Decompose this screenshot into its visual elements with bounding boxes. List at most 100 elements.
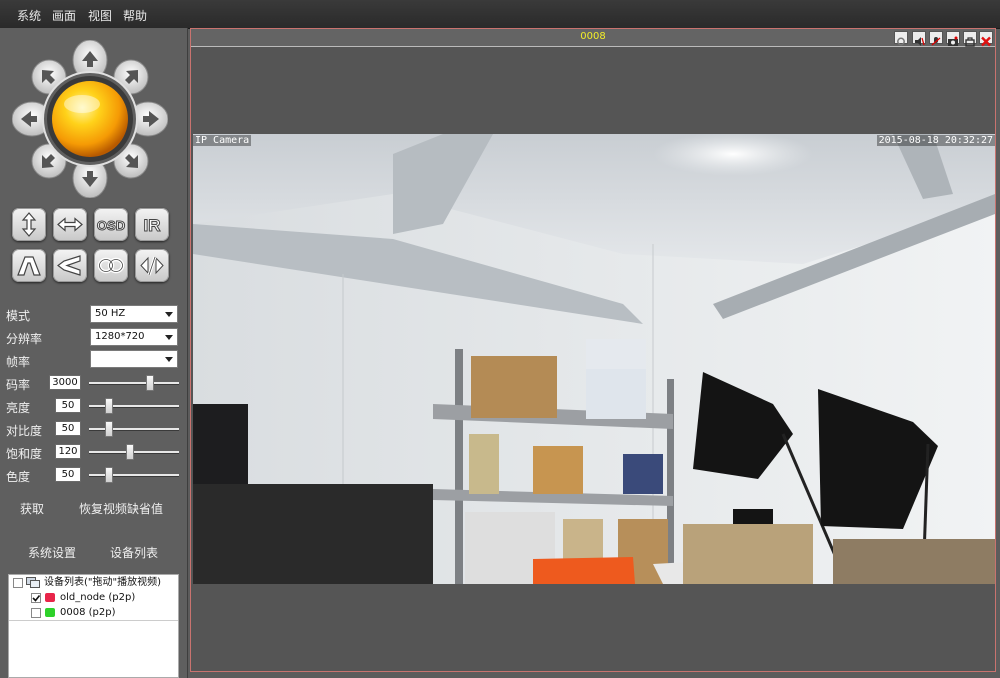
device-checkbox-old-node[interactable] — [31, 593, 41, 603]
restore-defaults-button[interactable]: 恢复视频缺省值 — [79, 500, 163, 517]
mode-select[interactable]: 50 HZ — [90, 305, 178, 323]
saturation-slider[interactable] — [89, 444, 179, 460]
bitrate-slider[interactable] — [89, 375, 179, 391]
framerate-label: 帧率 — [6, 355, 31, 369]
ptz-direction-pad — [12, 40, 168, 198]
device-tree-root[interactable]: 设备列表("拖动"播放视频) — [9, 575, 178, 590]
focus-near-button[interactable] — [135, 249, 169, 282]
bitrate-value[interactable]: 3000 — [49, 375, 81, 390]
resolution-label: 分辨率 — [6, 332, 43, 346]
camera-scene — [193, 134, 995, 584]
device-status-offline-icon — [45, 593, 55, 602]
ir-icon: IR — [143, 216, 161, 236]
mute-icon[interactable] — [912, 31, 926, 46]
contrast-label: 对比度 — [6, 424, 43, 438]
root-checkbox[interactable] — [13, 578, 23, 588]
close-icon[interactable] — [979, 31, 993, 47]
brightness-label: 亮度 — [6, 401, 31, 415]
camera-name-overlay: IP Camera — [193, 135, 252, 146]
video-viewer[interactable]: 0008 IP Camera 2015-08-18 20:32:27 — [190, 28, 996, 672]
menu-screen[interactable]: 画面 — [52, 7, 76, 24]
zoom-out-button[interactable] — [53, 249, 87, 282]
slider-track — [89, 382, 179, 384]
snapshot-icon[interactable] — [946, 31, 960, 46]
record-icon[interactable] — [929, 31, 943, 46]
hue-slider[interactable] — [89, 467, 179, 483]
viewer-channel-title: 0008 — [580, 31, 606, 42]
slider-track — [89, 451, 179, 453]
speaker-icon — [915, 37, 925, 46]
resolution-value: 1280*720 — [95, 331, 145, 342]
system-settings-button[interactable]: 系统设置 — [28, 544, 76, 561]
device-tree-title: 设备列表("拖动"播放视频) — [44, 577, 162, 588]
settings-icon[interactable] — [894, 31, 908, 46]
tree-divider — [9, 620, 178, 621]
focus-near-icon — [140, 256, 164, 276]
hue-label: 色度 — [6, 470, 31, 484]
framerate-select[interactable] — [90, 350, 178, 368]
hue-value[interactable]: 50 — [55, 467, 81, 482]
saturation-value[interactable]: 120 — [55, 444, 81, 459]
zoom-out-icon — [57, 255, 81, 276]
x-icon — [981, 36, 991, 47]
device-label-old-node: old_node (p2p) — [60, 592, 136, 603]
slider-thumb[interactable] — [105, 398, 113, 414]
device-tree-item[interactable]: 0008 (p2p) — [9, 605, 178, 620]
up-down-arrow-button[interactable] — [12, 208, 46, 241]
device-status-online-icon — [45, 608, 55, 617]
device-checkbox-0008[interactable] — [31, 608, 41, 618]
device-list-button[interactable]: 设备列表 — [110, 544, 158, 561]
brightness-value[interactable]: 50 — [55, 398, 81, 413]
ir-button[interactable]: IR — [135, 208, 169, 241]
gear-icon — [897, 37, 905, 46]
up-down-arrow-icon — [21, 212, 37, 237]
chevron-down-icon — [165, 335, 173, 340]
device-tree-item[interactable]: old_node (p2p) — [9, 590, 178, 605]
control-panel: OSD IR 模式 50 HZ 分辨率 1280*720 帧率 码率 3000 … — [0, 28, 188, 678]
slider-thumb[interactable] — [105, 421, 113, 437]
viewer-title-bar: 0008 — [191, 29, 995, 47]
device-label-0008: 0008 (p2p) — [60, 607, 116, 618]
timestamp-overlay: 2015-08-18 20:32:27 — [876, 135, 995, 146]
mode-value: 50 HZ — [95, 308, 126, 319]
fullscreen-icon[interactable] — [963, 31, 977, 47]
menu-bar: 系统 画面 视图 帮助 — [0, 0, 1000, 29]
ir-label: IR — [144, 216, 161, 235]
slider-track — [89, 474, 179, 476]
slider-thumb[interactable] — [126, 444, 134, 460]
chevron-down-icon — [165, 312, 173, 317]
ptz-center-button[interactable] — [52, 81, 128, 157]
check-icon — [32, 595, 41, 602]
device-tree: 设备列表("拖动"播放视频) old_node (p2p) 0008 (p2p) — [8, 574, 179, 678]
left-right-arrow-icon — [57, 217, 83, 232]
get-button[interactable]: 获取 — [20, 500, 44, 517]
brightness-slider[interactable] — [89, 398, 179, 414]
menu-system[interactable]: 系统 — [17, 7, 41, 24]
focus-far-button[interactable] — [94, 249, 128, 282]
slider-thumb[interactable] — [146, 375, 154, 391]
menu-view[interactable]: 视图 — [88, 7, 112, 24]
camera-feed[interactable]: IP Camera 2015-08-18 20:32:27 — [193, 134, 995, 584]
microphone-icon — [931, 37, 941, 46]
slider-track — [89, 405, 179, 407]
bitrate-label: 码率 — [6, 378, 31, 392]
saturation-label: 饱和度 — [6, 447, 43, 461]
resolution-select[interactable]: 1280*720 — [90, 328, 178, 346]
focus-far-icon — [97, 257, 125, 274]
lock-icon — [965, 37, 975, 47]
slider-thumb[interactable] — [105, 467, 113, 483]
zoom-in-button[interactable] — [12, 249, 46, 282]
osd-icon: OSD — [96, 218, 125, 234]
slider-track — [89, 428, 179, 430]
zoom-in-icon — [17, 256, 41, 276]
contrast-slider[interactable] — [89, 421, 179, 437]
osd-button[interactable]: OSD — [94, 208, 128, 241]
camera-icon — [948, 36, 958, 46]
chevron-down-icon — [165, 357, 173, 362]
mode-label: 模式 — [6, 309, 31, 323]
left-right-arrow-button[interactable] — [53, 208, 87, 241]
monitor-group-icon — [26, 577, 40, 588]
osd-label: OSD — [97, 218, 125, 233]
contrast-value[interactable]: 50 — [55, 421, 81, 436]
menu-help[interactable]: 帮助 — [123, 7, 147, 24]
